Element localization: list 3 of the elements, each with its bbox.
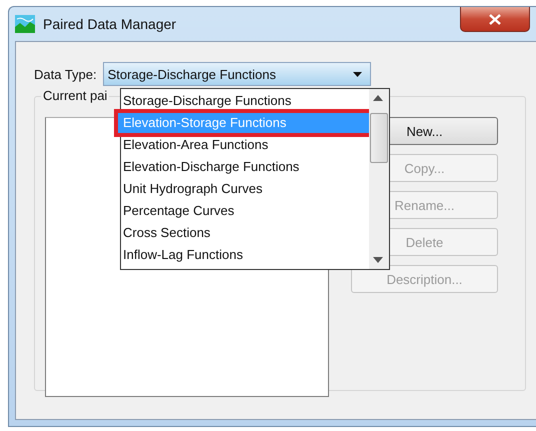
window-title: Paired Data Manager — [43, 16, 176, 32]
data-type-label: Data Type: — [34, 66, 97, 82]
group-label: Current pai — [41, 88, 110, 103]
